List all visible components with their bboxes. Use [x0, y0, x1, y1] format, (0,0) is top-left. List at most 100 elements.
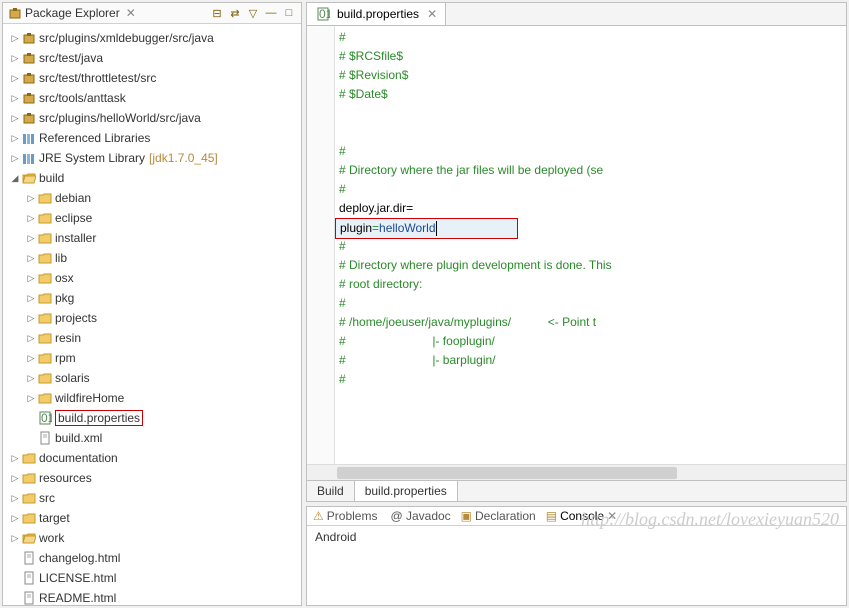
expand-arrow-icon[interactable]: ▷ [9, 113, 21, 124]
expand-arrow-icon[interactable]: ▷ [9, 53, 21, 64]
folder-icon [21, 470, 37, 486]
editor-tab[interactable]: 010 build.properties ✕ [307, 3, 446, 25]
tree-item[interactable]: ▷src/test/java [5, 48, 299, 68]
tree-item[interactable]: 010build.properties [5, 408, 299, 428]
expand-arrow-icon[interactable]: ◢ [9, 173, 21, 184]
tree-item[interactable]: changelog.html [5, 548, 299, 568]
expand-arrow-icon[interactable]: ▷ [25, 233, 37, 244]
bottom-tab-build[interactable]: Build [307, 481, 355, 501]
expand-arrow-icon[interactable]: ▷ [25, 253, 37, 264]
expand-arrow-icon[interactable]: ▷ [9, 153, 21, 164]
folder-open-icon [21, 530, 37, 546]
tree-item[interactable]: ▷ projects [5, 308, 299, 328]
editor-area: 010 build.properties ✕ ## $RCSfile$# $Re… [306, 2, 847, 606]
close-icon[interactable]: ✕ [126, 6, 136, 20]
tree-item[interactable]: build.xml [5, 428, 299, 448]
folder-icon [21, 450, 37, 466]
code-line: # Directory where the jar files will be … [339, 161, 842, 180]
tree-item[interactable]: ▷pkg [5, 288, 299, 308]
expand-arrow-icon[interactable]: ▷ [9, 133, 21, 144]
explorer-tree[interactable]: ▷src/plugins/xmldebugger/src/java▷src/te… [3, 24, 301, 605]
expand-arrow-icon[interactable]: ▷ [25, 273, 37, 284]
panel-tab-decl[interactable]: ▣ Declaration [461, 509, 536, 523]
expand-arrow-icon[interactable]: ▷ [25, 313, 37, 324]
tree-item[interactable]: ▷osx [5, 268, 299, 288]
collapse-all-icon[interactable]: ⊟ [209, 5, 225, 21]
tree-item-label: README.html [39, 591, 116, 605]
tree-item[interactable]: ▷src [5, 488, 299, 508]
panel-tab-prob[interactable]: ⚠ Problems [313, 509, 377, 523]
pkg-icon [21, 50, 37, 66]
code-line: # $RCSfile$ [339, 47, 842, 66]
tree-item[interactable]: ▷resources [5, 468, 299, 488]
panel-tab-jdoc[interactable]: @ Javadoc [387, 509, 450, 523]
tree-item[interactable]: LICENSE.html [5, 568, 299, 588]
close-icon[interactable]: ✕ [427, 7, 437, 21]
tree-item-label: Referenced Libraries [39, 131, 150, 145]
minimize-icon[interactable]: — [263, 5, 279, 21]
expand-arrow-icon[interactable]: ▷ [25, 393, 37, 404]
tree-item[interactable]: ▷solaris [5, 368, 299, 388]
tree-item[interactable]: ▷ eclipse [5, 208, 299, 228]
code-line: # /home/joeuser/java/myplugins/ <- Point… [339, 313, 842, 332]
tree-item[interactable]: ▷ src/test/throttletest/src [5, 68, 299, 88]
editor-tab-bar: 010 build.properties ✕ [307, 3, 846, 26]
expand-arrow-icon[interactable]: ▷ [9, 93, 21, 104]
tree-item[interactable]: ▷ wildfireHome [5, 388, 299, 408]
tree-item-label: eclipse [55, 211, 92, 225]
editor-body[interactable]: ## $RCSfile$# $Revision$# $Date$## Direc… [307, 26, 846, 464]
close-icon[interactable]: ✕ [607, 509, 617, 523]
svg-text:010: 010 [41, 411, 52, 425]
expand-arrow-icon[interactable]: ▷ [25, 353, 37, 364]
code-line: # [339, 180, 842, 199]
tree-item[interactable]: ▷ resin [5, 328, 299, 348]
tree-item[interactable]: ▷JRE System Library[jdk1.7.0_45] [5, 148, 299, 168]
tree-item[interactable]: README.html [5, 588, 299, 605]
tree-item-label: src/plugins/xmldebugger/src/java [39, 31, 214, 45]
tree-item-label: resin [55, 331, 81, 345]
link-editor-icon[interactable]: ⇄ [227, 5, 243, 21]
tree-item[interactable]: ▷ documentation [5, 448, 299, 468]
expand-arrow-icon[interactable]: ▷ [9, 453, 21, 464]
tree-item-label: projects [55, 311, 97, 325]
code-area[interactable]: ## $RCSfile$# $Revision$# $Date$## Direc… [335, 26, 846, 464]
tree-item[interactable]: ▷target [5, 508, 299, 528]
tree-item[interactable]: ▷ src/tools/anttask [5, 88, 299, 108]
code-line: # |- fooplugin/ [339, 332, 842, 351]
tree-item[interactable]: ▷ src/plugins/xmldebugger/src/java [5, 28, 299, 48]
expand-arrow-icon[interactable]: ▷ [9, 473, 21, 484]
panel-tab-cons[interactable]: ▤ Console ✕ [546, 509, 617, 523]
tree-item[interactable]: ▷ debian [5, 188, 299, 208]
expand-arrow-icon[interactable]: ▷ [9, 493, 21, 504]
expand-arrow-icon[interactable]: ▷ [9, 513, 21, 524]
tree-item[interactable]: ▷ Referenced Libraries [5, 128, 299, 148]
tree-item[interactable]: ▷installer [5, 228, 299, 248]
expand-arrow-icon[interactable]: ▷ [9, 33, 21, 44]
file-icon [37, 430, 53, 446]
tree-item-label: wildfireHome [55, 391, 124, 405]
code-line: # [339, 294, 842, 313]
expand-arrow-icon[interactable]: ▷ [9, 533, 21, 544]
tree-item-label: src/tools/anttask [39, 91, 126, 105]
tree-item[interactable]: ◢build [5, 168, 299, 188]
expand-arrow-icon[interactable]: ▷ [25, 333, 37, 344]
pkg-icon [21, 70, 37, 86]
scroll-thumb[interactable] [337, 467, 677, 479]
tree-item-label: debian [55, 191, 91, 205]
tree-item[interactable]: ▷rpm [5, 348, 299, 368]
tree-item-label: src/test/throttletest/src [39, 71, 156, 85]
horizontal-scrollbar[interactable] [307, 464, 846, 480]
expand-arrow-icon[interactable]: ▷ [9, 73, 21, 84]
tree-item[interactable]: ▷lib [5, 248, 299, 268]
expand-arrow-icon[interactable]: ▷ [25, 213, 37, 224]
bottom-tab-source[interactable]: build.properties [355, 481, 458, 501]
expand-arrow-icon[interactable]: ▷ [25, 193, 37, 204]
tree-item[interactable]: ▷work [5, 528, 299, 548]
view-menu-icon[interactable]: ▽ [245, 5, 261, 21]
tree-item-label: documentation [39, 451, 118, 465]
maximize-icon[interactable]: □ [281, 5, 297, 21]
tree-item[interactable]: ▷src/plugins/helloWorld/src/java [5, 108, 299, 128]
expand-arrow-icon[interactable]: ▷ [25, 293, 37, 304]
expand-arrow-icon[interactable]: ▷ [25, 373, 37, 384]
file-icon [21, 550, 37, 566]
